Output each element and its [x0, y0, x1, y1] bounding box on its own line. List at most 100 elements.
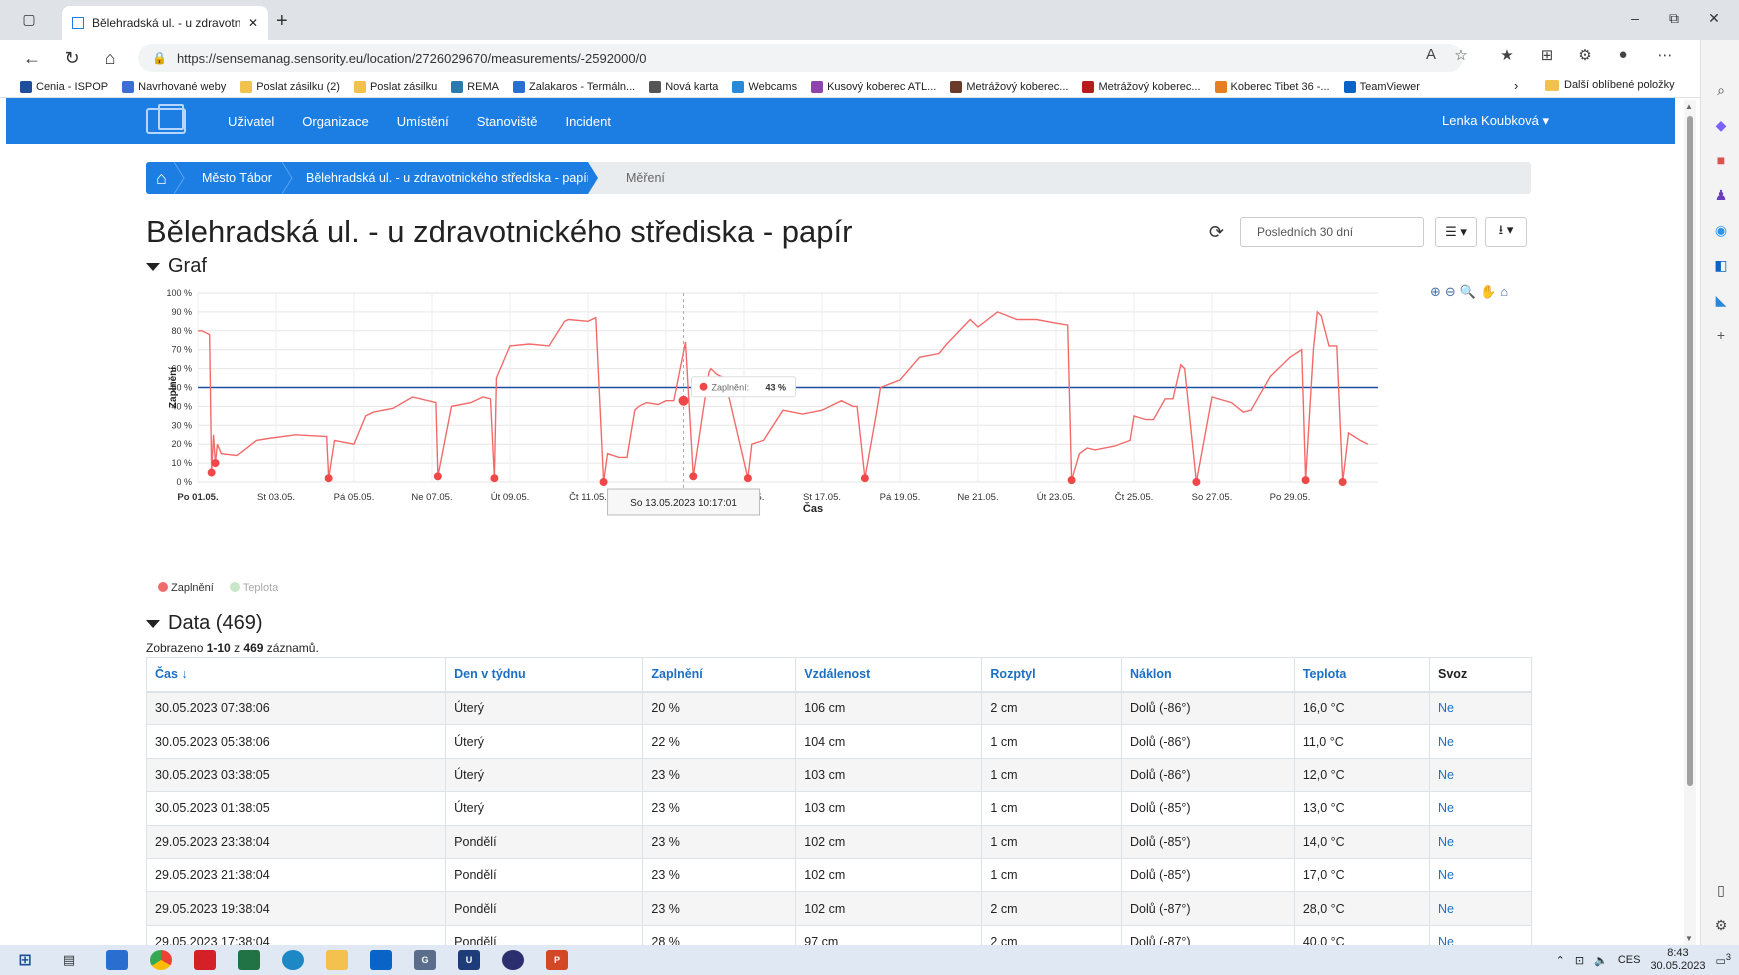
volume-icon[interactable]: 🔈: [1594, 954, 1608, 967]
legend-item[interactable]: Teplota: [229, 582, 278, 594]
column-header[interactable]: Vzdálenost: [795, 657, 983, 693]
usu-icon[interactable]: U: [458, 950, 480, 970]
collections-icon[interactable]: ⊞: [1534, 46, 1560, 64]
restore-icon[interactable]: ⧉: [1660, 10, 1688, 27]
column-header[interactable]: Zaplnění: [642, 657, 797, 693]
export-button[interactable]: ⭳ ▾: [1485, 217, 1527, 247]
collection-point-marker[interactable]: [1338, 478, 1347, 486]
scrollbar-thumb[interactable]: [1687, 116, 1693, 786]
language-indicator[interactable]: CES: [1618, 954, 1641, 966]
shopping-icon[interactable]: ■: [1711, 150, 1731, 170]
tab-actions-icon[interactable]: ▢: [18, 8, 40, 30]
page-scrollbar[interactable]: ▲ ▼: [1684, 100, 1696, 945]
data-section-toggle[interactable]: Data (469): [146, 612, 263, 635]
bookmark-item[interactable]: TeamViewer: [1343, 80, 1420, 93]
task-view-icon[interactable]: ▤: [58, 950, 80, 970]
bookmark-item[interactable]: Nová karta: [649, 80, 718, 93]
table-cell[interactable]: Ne: [1429, 857, 1532, 893]
sidebar-layout-icon[interactable]: ▯: [1711, 880, 1731, 900]
collection-point-marker[interactable]: [324, 474, 333, 483]
bookmark-item[interactable]: Metrážový koberec...: [950, 80, 1068, 93]
nav-link[interactable]: Uživatel: [228, 114, 274, 129]
breadcrumb-location[interactable]: Bělehradská ul. - u zdravotnického střed…: [306, 171, 591, 185]
chrome-icon[interactable]: [150, 950, 172, 970]
bookmark-item[interactable]: Poslat zásilku: [353, 80, 437, 93]
fill-level-chart[interactable]: 0 %10 %20 %30 %40 %50 %60 %70 %80 %90 %1…: [146, 285, 1536, 595]
home-icon[interactable]: ⌂: [98, 46, 122, 70]
table-cell[interactable]: Ne: [1429, 724, 1532, 759]
designer-icon[interactable]: ◣: [1711, 290, 1731, 310]
network-icon[interactable]: ⊡: [1575, 954, 1584, 967]
minimize-icon[interactable]: –: [1621, 10, 1649, 26]
column-header[interactable]: Den v týdnu: [445, 657, 644, 693]
mail-icon[interactable]: [370, 950, 392, 970]
edge-icon[interactable]: [282, 950, 304, 970]
graph-section-toggle[interactable]: Graf: [146, 255, 207, 278]
column-header[interactable]: Náklon: [1121, 657, 1295, 693]
column-header[interactable]: Svoz: [1429, 657, 1532, 693]
close-window-icon[interactable]: ✕: [1700, 10, 1728, 27]
bookmark-item[interactable]: Webcams: [732, 80, 797, 93]
read-aloud-icon[interactable]: A: [1418, 46, 1444, 63]
browser-tab-active[interactable]: Bělehradská ul. - u zdravotnické ✕: [62, 6, 268, 40]
bookmark-item[interactable]: Poslat zásilku (2): [240, 80, 340, 93]
collection-point-marker[interactable]: [433, 472, 442, 481]
more-menu-icon[interactable]: ⋯: [1652, 46, 1678, 64]
view-list-button[interactable]: ☰ ▾: [1435, 217, 1477, 247]
add-sidebar-app-icon[interactable]: +: [1711, 325, 1731, 345]
acrobat-icon[interactable]: [194, 950, 216, 970]
clock[interactable]: 8:43 30.05.2023: [1650, 947, 1705, 973]
scroll-up-icon[interactable]: ▲: [1685, 102, 1693, 111]
bookmark-item[interactable]: Koberec Tibet 36 -...: [1214, 80, 1330, 93]
favorites-icon[interactable]: ★: [1494, 46, 1520, 64]
table-cell[interactable]: Ne: [1429, 891, 1532, 926]
app-icon-2[interactable]: [502, 950, 524, 970]
bookmark-item[interactable]: Cenia - ISPOP: [20, 80, 108, 93]
column-header[interactable]: Teplota: [1293, 657, 1431, 693]
collection-point-marker[interactable]: [1067, 476, 1076, 485]
app-icon-1[interactable]: [106, 950, 128, 970]
back-icon[interactable]: ←: [20, 46, 44, 70]
windows-start-icon[interactable]: ⊞: [14, 950, 36, 970]
table-cell[interactable]: Ne: [1429, 824, 1532, 859]
collection-point-marker[interactable]: [1192, 478, 1201, 486]
sidebar-settings-icon[interactable]: ⚙: [1711, 915, 1731, 935]
collection-point-marker[interactable]: [1301, 476, 1310, 485]
column-header[interactable]: Čas ↓: [145, 657, 447, 693]
powerpoint-icon[interactable]: P: [546, 950, 568, 970]
collection-point-marker[interactable]: [490, 474, 499, 483]
url-bar[interactable]: 🔒 https://sensemanag.sensority.eu/locati…: [138, 44, 1463, 72]
file-explorer-icon[interactable]: [326, 950, 348, 970]
search-icon[interactable]: ⌕: [1711, 80, 1731, 100]
brand-logo[interactable]: [146, 104, 186, 134]
collection-point-marker[interactable]: [689, 472, 698, 481]
home-breadcrumb-icon[interactable]: ⌂: [156, 168, 167, 189]
ginis-icon[interactable]: G: [414, 950, 436, 970]
collection-point-marker[interactable]: [211, 459, 220, 468]
outlook-icon[interactable]: ◧: [1711, 255, 1731, 275]
breadcrumb-city[interactable]: Město Tábor: [202, 171, 272, 185]
bookmark-item[interactable]: Zalakaros - Termáln...: [513, 80, 635, 93]
excel-icon[interactable]: [238, 950, 260, 970]
column-header[interactable]: Rozptyl: [981, 657, 1122, 693]
profile-avatar-icon[interactable]: ●: [1610, 46, 1636, 63]
nav-link[interactable]: Incident: [565, 114, 611, 129]
notifications-icon[interactable]: ▭3: [1716, 952, 1732, 968]
table-cell[interactable]: Ne: [1429, 791, 1532, 826]
nav-link[interactable]: Organizace: [302, 114, 368, 129]
other-bookmarks[interactable]: Další oblíbené položky: [1545, 79, 1675, 91]
bookmark-item[interactable]: Navrhované weby: [122, 80, 226, 93]
collection-point-marker[interactable]: [860, 474, 869, 483]
table-cell[interactable]: Ne: [1429, 757, 1532, 793]
bookmark-item[interactable]: REMA: [451, 80, 499, 93]
nav-link[interactable]: Umístění: [397, 114, 449, 129]
extensions-icon[interactable]: ⚙: [1572, 46, 1598, 64]
scroll-down-icon[interactable]: ▼: [1685, 934, 1693, 943]
refresh-page-icon[interactable]: ↻: [60, 46, 84, 70]
bookmark-item[interactable]: Kusový koberec ATL...: [811, 80, 936, 93]
new-tab-button[interactable]: +: [276, 10, 288, 33]
date-range-select[interactable]: Posledních 30 dní: [1240, 217, 1424, 247]
user-menu[interactable]: Lenka Koubková ▾: [1442, 113, 1549, 129]
collection-point-marker[interactable]: [207, 468, 216, 477]
refresh-data-icon[interactable]: ⟳: [1209, 222, 1224, 243]
